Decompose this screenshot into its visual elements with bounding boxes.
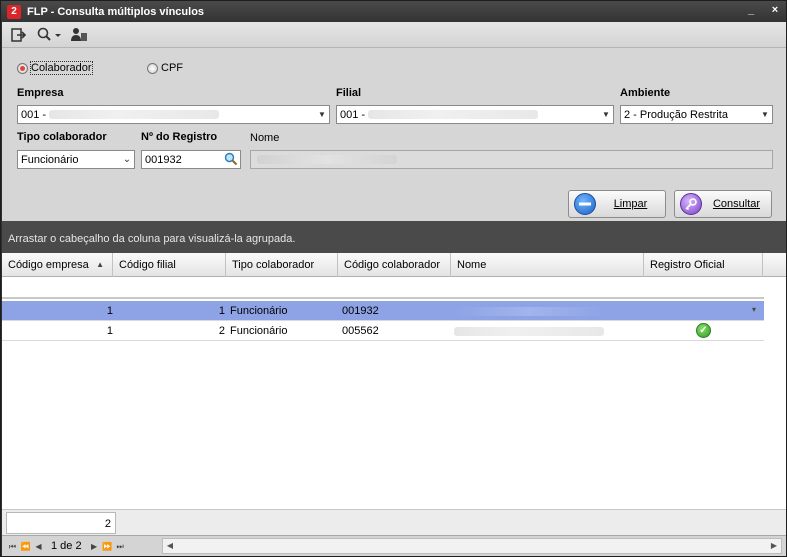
column-label: Código colaborador xyxy=(344,259,441,271)
empresa-value: 001 - xyxy=(21,108,47,121)
chevron-down-icon[interactable]: ⌄ xyxy=(120,154,134,165)
page-indicator: 1 de 2 xyxy=(51,540,82,552)
radio-cpf-label: CPF xyxy=(161,62,183,74)
window-title: FLP - Consulta múltiplos vínculos xyxy=(27,5,205,18)
empresa-select[interactable]: 001 - ▼ xyxy=(17,105,330,124)
cell-tipo-colaborador: Funcionário xyxy=(230,325,288,337)
group-hint-text: Arrastar o cabeçalho da coluna para visu… xyxy=(8,233,296,245)
cell-codigo-empresa: 1 xyxy=(106,305,113,317)
search-dropdown-icon[interactable] xyxy=(36,26,62,44)
filial-select[interactable]: 001 - ▼ xyxy=(336,105,614,124)
radio-selected-icon xyxy=(17,62,28,74)
consultar-button[interactable]: Consultar xyxy=(674,190,772,218)
cell-nome xyxy=(454,305,604,317)
cell-nome xyxy=(454,325,604,337)
dropdown-arrow-icon[interactable]: ▾ xyxy=(752,305,756,314)
table-row[interactable]: 1 1 Funcionário 001932 ▾ xyxy=(2,301,764,321)
table-row[interactable]: 1 2 Funcionário 005562 ✓ xyxy=(2,321,764,341)
search-form: Colaborador CPF Empresa 001 - ▼ Filial 0… xyxy=(2,48,786,221)
cell-codigo-empresa: 1 xyxy=(106,325,113,337)
nome-field xyxy=(250,150,773,169)
cell-codigo-filial: 2 xyxy=(218,325,225,337)
ambiente-value: 2 - Produção Restrita xyxy=(624,108,728,121)
minimize-button[interactable]: _ xyxy=(746,4,756,16)
redacted-text xyxy=(454,306,604,316)
ambiente-select[interactable]: 2 - Produção Restrita ▼ xyxy=(620,105,773,124)
key-icon xyxy=(680,193,702,215)
tipo-colaborador-label: Tipo colaborador xyxy=(17,131,107,143)
chevron-down-icon[interactable]: ▼ xyxy=(758,110,772,119)
results-grid: Código empresa ▲ Código filial Tipo cola… xyxy=(2,253,786,509)
pager: ⏮ ⏪ ◀ 1 de 2 ▶ ⏩ ⏭ ◀ ▶ xyxy=(2,535,786,556)
registro-input[interactable]: 001932 xyxy=(141,150,241,169)
column-header-codigo-colaborador[interactable]: Código colaborador xyxy=(338,253,451,277)
user-icon[interactable] xyxy=(70,26,88,44)
next-page-icon[interactable]: ▶ xyxy=(88,539,101,554)
radio-colaborador-label: Colaborador xyxy=(30,61,93,75)
row-count: 2 xyxy=(6,512,116,534)
registro-label: Nº do Registro xyxy=(141,131,218,143)
filial-label: Filial xyxy=(336,87,362,99)
column-label: Código empresa xyxy=(8,259,89,271)
next-page-group-icon[interactable]: ⏩ xyxy=(101,539,114,554)
previous-page-group-icon[interactable]: ⏪ xyxy=(19,539,32,554)
radio-colaborador[interactable]: Colaborador xyxy=(17,61,93,75)
nome-label: Nome xyxy=(250,132,280,144)
empresa-label: Empresa xyxy=(17,87,64,99)
previous-page-icon[interactable]: ◀ xyxy=(32,539,45,554)
cell-codigo-colaborador: 001932 xyxy=(342,305,379,317)
close-button[interactable]: × xyxy=(770,4,780,16)
chevron-down-icon[interactable]: ▼ xyxy=(599,110,613,119)
toolbar xyxy=(2,22,786,48)
registro-value: 001932 xyxy=(145,153,182,166)
minus-icon xyxy=(574,193,596,215)
redacted-text xyxy=(257,155,397,164)
horizontal-scrollbar[interactable]: ◀ ▶ xyxy=(162,538,782,554)
column-label: Tipo colaborador xyxy=(232,259,315,271)
title-bar: 2 FLP - Consulta múltiplos vínculos _ × xyxy=(1,1,786,22)
grid-header: Código empresa ▲ Código filial Tipo cola… xyxy=(2,253,786,277)
cell-tipo-colaborador: Funcionário xyxy=(230,305,288,317)
redacted-text xyxy=(49,110,220,120)
radio-cpf[interactable]: CPF xyxy=(147,62,183,74)
cell-registro-oficial: ✓ xyxy=(696,323,711,338)
filter-row[interactable] xyxy=(2,277,764,299)
limpar-label: Limpar xyxy=(613,198,648,210)
column-header-nome[interactable]: Nome xyxy=(451,253,644,277)
column-label: Código filial xyxy=(119,259,176,271)
search-icon[interactable] xyxy=(222,152,240,168)
first-page-icon[interactable]: ⏮ xyxy=(6,539,19,554)
tipo-colaborador-value: Funcionário xyxy=(21,153,79,166)
radio-unselected-icon xyxy=(147,62,158,74)
sort-ascending-icon: ▲ xyxy=(96,260,104,269)
column-label: Registro Oficial xyxy=(650,259,725,271)
cell-codigo-filial: 1 xyxy=(218,305,225,317)
column-header-registro-oficial[interactable]: Registro Oficial xyxy=(644,253,763,277)
last-page-icon[interactable]: ⏭ xyxy=(114,539,127,554)
scroll-right-icon[interactable]: ▶ xyxy=(767,539,781,553)
cell-codigo-colaborador: 005562 xyxy=(342,325,379,337)
ambiente-label: Ambiente xyxy=(620,87,671,99)
app-logo-icon: 2 xyxy=(7,4,21,19)
grid-footer: 2 xyxy=(2,509,786,535)
column-label: Nome xyxy=(457,259,487,271)
scroll-left-icon[interactable]: ◀ xyxy=(163,539,177,553)
column-header-tipo-colaborador[interactable]: Tipo colaborador xyxy=(226,253,338,277)
tipo-colaborador-select[interactable]: Funcionário ⌄ xyxy=(17,150,135,169)
group-panel[interactable]: Arrastar o cabeçalho da coluna para visu… xyxy=(2,221,786,253)
main-window: 2 FLP - Consulta múltiplos vínculos _ × … xyxy=(0,0,787,557)
chevron-down-icon[interactable]: ▼ xyxy=(315,110,329,119)
consultar-label: Consultar xyxy=(712,198,761,210)
redacted-text xyxy=(368,110,539,120)
exit-icon[interactable] xyxy=(10,26,28,44)
column-header-codigo-filial[interactable]: Código filial xyxy=(113,253,226,277)
filial-value: 001 - xyxy=(340,108,366,121)
limpar-button[interactable]: Limpar xyxy=(568,190,666,218)
checkmark-icon: ✓ xyxy=(696,323,711,338)
redacted-text xyxy=(454,326,604,336)
column-header-codigo-empresa[interactable]: Código empresa ▲ xyxy=(2,253,113,277)
